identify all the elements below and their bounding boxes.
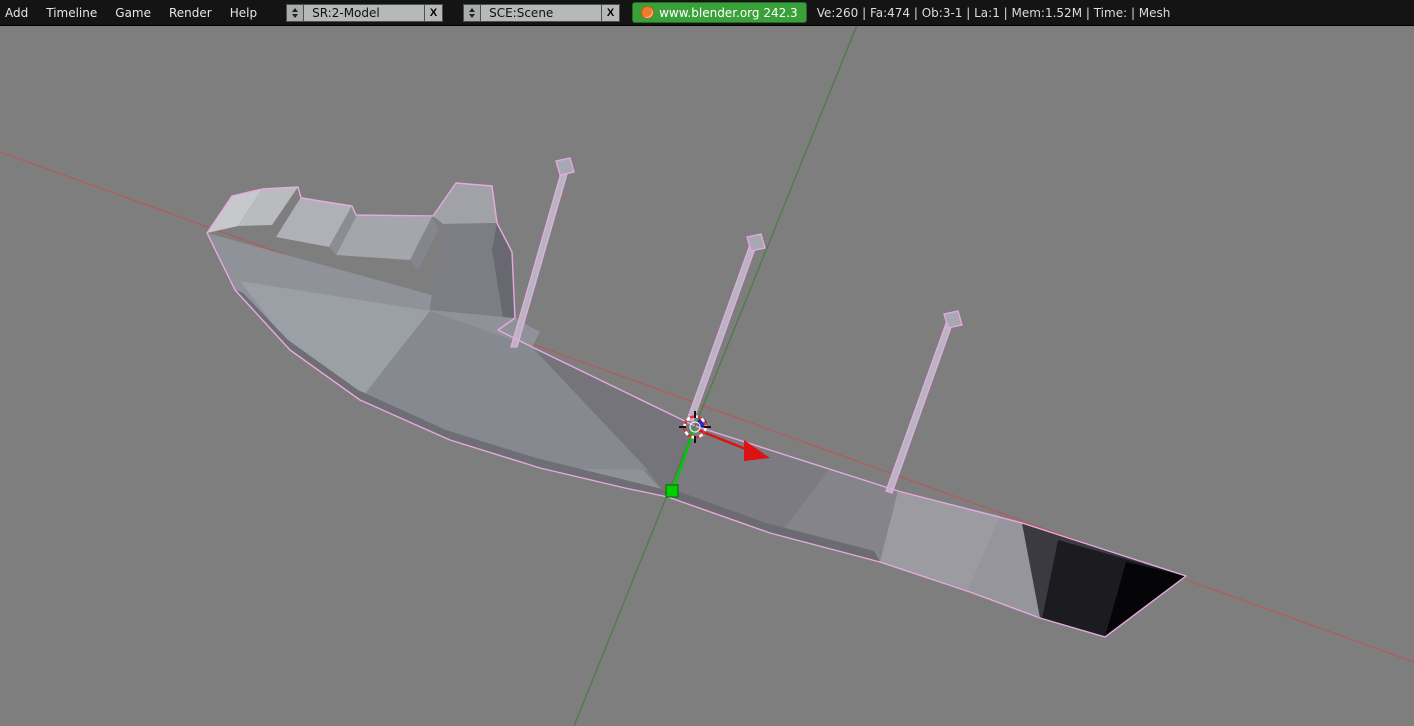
arrow-down-icon — [292, 13, 299, 18]
menu-game[interactable]: Game — [106, 6, 160, 20]
blender-window: Add Timeline Game Render Help SR:2-Model… — [0, 0, 1414, 726]
arrow-up-icon — [469, 7, 476, 12]
screen-browse-button[interactable] — [286, 3, 304, 22]
screen-close-button[interactable]: X — [424, 3, 444, 22]
top-header-bar: Add Timeline Game Render Help SR:2-Model… — [0, 0, 1414, 26]
menu-help[interactable]: Help — [221, 6, 266, 20]
menu-render[interactable]: Render — [160, 6, 221, 20]
blender-version-button[interactable]: www.blender.org 242.3 — [632, 2, 807, 23]
scene-selector: SCE:Scene X — [463, 3, 621, 22]
scene-stats: Ve:260 | Fa:474 | Ob:3-1 | La:1 | Mem:1.… — [816, 5, 1171, 20]
screen-layout-selector: SR:2-Model X — [286, 3, 444, 22]
screen-name-field[interactable]: SR:2-Model — [303, 3, 425, 22]
viewport-3d[interactable] — [0, 0, 1414, 726]
arrow-up-icon — [292, 7, 299, 12]
scene-browse-button[interactable] — [463, 3, 481, 22]
version-label: www.blender.org 242.3 — [659, 5, 798, 20]
arrow-down-icon — [469, 13, 476, 18]
scene-close-button[interactable]: X — [601, 3, 621, 22]
blender-logo-icon — [641, 6, 655, 19]
menu-timeline[interactable]: Timeline — [37, 6, 106, 20]
scene-name-field[interactable]: SCE:Scene — [480, 3, 602, 22]
menu-add[interactable]: Add — [0, 6, 37, 20]
manipulator-y-handle[interactable] — [665, 484, 679, 498]
